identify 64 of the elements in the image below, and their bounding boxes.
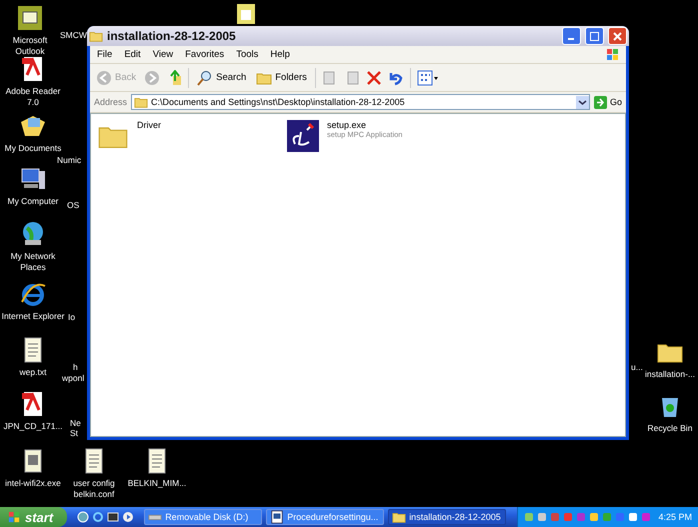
desktop-icon-label[interactable]: Internet Explorer	[2, 311, 64, 322]
maximize-icon	[590, 32, 599, 40]
tray-icon[interactable]	[589, 512, 600, 522]
desktop-icon[interactable]	[107, 511, 120, 523]
tray-icon[interactable]	[628, 512, 638, 522]
desktop-icon-label[interactable]: Ne	[70, 418, 81, 429]
desktop-icon-label[interactable]: SMCW	[60, 30, 87, 41]
taskbar-button[interactable]: Procedureforsettingu...	[266, 509, 384, 525]
desktop-icon-label[interactable]: My Documents	[4, 143, 62, 154]
desktop-icon-label[interactable]: h	[73, 362, 78, 373]
menu-item[interactable]: Edit	[119, 49, 146, 60]
close-icon	[613, 32, 622, 40]
menu-item[interactable]: Favorites	[180, 49, 230, 60]
windows-logo-icon	[8, 510, 21, 524]
menu-item[interactable]: Help	[265, 49, 295, 60]
menu-item[interactable]: Tools	[231, 49, 264, 60]
desktop-icon-label[interactable]: Recycle Bin	[648, 423, 692, 434]
application-icon	[287, 120, 319, 152]
explorer-entry[interactable]: Driver	[97, 120, 237, 152]
go-button[interactable]: Go	[594, 96, 622, 108]
desktop-icon-label[interactable]: Microsoft Outlook	[2, 35, 58, 57]
file-name: setup.exe	[327, 120, 368, 130]
desktop-icon-label[interactable]: My Network Places	[0, 251, 66, 273]
desktop-icon-label[interactable]: My Computer	[7, 196, 58, 207]
media-player-icon[interactable]	[122, 511, 134, 523]
desktop-icon-label[interactable]: installation-...	[644, 369, 696, 380]
desktop-icon-label[interactable]: JPN_CD_171...	[3, 421, 63, 432]
desktop-icon-label[interactable]: Numic	[57, 155, 82, 166]
folder-icon	[89, 29, 103, 43]
desktop-icon-label[interactable]: user config belkin.conf	[66, 478, 122, 500]
folder-icon	[392, 510, 406, 524]
toolbar-button[interactable]: Folders	[254, 70, 309, 86]
desktop-icon-label[interactable]: OS	[67, 200, 80, 211]
toolbar-button[interactable]: Search	[195, 70, 248, 86]
desktop-icon-label[interactable]: BELKIN_MIM...	[128, 478, 186, 489]
minimize-button[interactable]	[562, 27, 581, 45]
address-field[interactable]: C:\Documents and Settings\nst\Desktop\installation-28-12-2005	[131, 94, 590, 110]
views-icon[interactable]	[416, 70, 439, 86]
document-icon	[270, 510, 284, 524]
desktop-icon-label[interactable]: wep.txt	[20, 367, 46, 378]
address-label: Address	[94, 97, 128, 107]
folder-icon	[134, 95, 148, 109]
desktop-shortcut-icon[interactable]	[236, 3, 256, 25]
search-icon	[197, 70, 214, 86]
desktop-icon-label[interactable]: intel-wifi2x.exe	[5, 478, 61, 489]
file-name: Driver	[137, 120, 161, 130]
taskbar-button[interactable]: installation-28-12-2005	[388, 509, 506, 525]
delete-icon[interactable]	[366, 70, 382, 86]
desktop-icon-label[interactable]: St	[70, 428, 78, 439]
desktop-icon-label[interactable]: Io	[68, 312, 76, 323]
taskbar-button[interactable]: Removable Disk (D:)	[144, 509, 262, 525]
desktop-icon-label[interactable]: Adobe Reader 7.0	[0, 86, 66, 108]
close-button[interactable]	[608, 27, 627, 45]
tray-icon[interactable]	[537, 512, 548, 522]
window-title: installation-28-12-2005	[107, 29, 237, 43]
menu-item[interactable]: File	[92, 49, 118, 60]
clock: 4:25 PM	[658, 512, 692, 522]
desktop-icon-label[interactable]: u...	[631, 362, 643, 373]
menu-item[interactable]: View	[148, 49, 178, 60]
windows-logo-icon	[606, 48, 620, 62]
desktop-icon-label[interactable]: wponl	[62, 373, 84, 384]
tray-icon[interactable]	[524, 512, 534, 522]
go-arrow-icon	[594, 96, 607, 108]
maximize-button[interactable]	[585, 27, 604, 45]
